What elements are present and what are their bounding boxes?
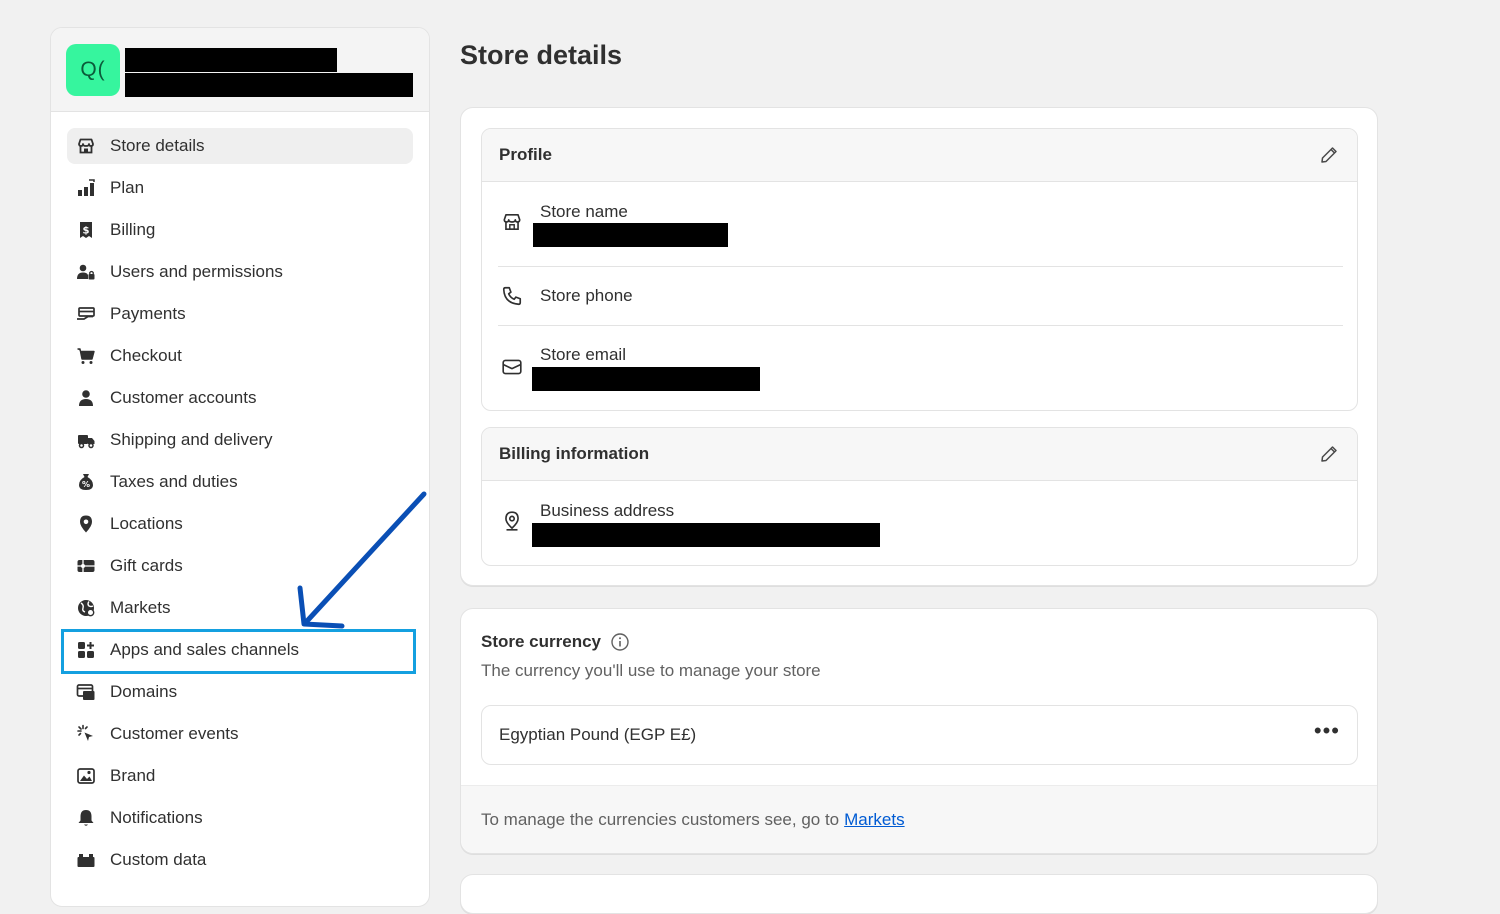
person-icon [76,388,96,408]
store-header[interactable]: Q( [51,28,429,112]
redacted-store-email-value [532,367,760,391]
business-address-label: Business address [540,501,675,520]
sidebar-item-customer-events[interactable]: Customer events [67,716,413,752]
profile-section: Profile Store name Store phone Store ema [481,128,1358,411]
sidebar-item-notifications[interactable]: Notifications [67,800,413,836]
store-currency-card: Store currency The currency you'll use t… [460,608,1378,854]
sidebar-item-label: Markets [110,598,171,617]
store-details-card: Profile Store name Store phone Store ema [460,107,1378,586]
sidebar-item-label: Shipping and delivery [110,430,273,449]
sidebar-item-brand[interactable]: Brand [67,758,413,794]
plan-icon [76,178,96,198]
sidebar-item-customer-accounts[interactable]: Customer accounts [67,380,413,416]
sidebar-item-label: Apps and sales channels [110,640,300,659]
billing-information-heading: Billing information [499,444,650,463]
sidebar-item-billing[interactable]: $ Billing [67,212,413,248]
redacted-store-name [125,48,337,72]
store-name-label: Store name [540,202,628,221]
sidebar-item-label: Gift cards [110,556,183,575]
users-icon [76,262,96,282]
sidebar-item-plan[interactable]: Plan [67,170,413,206]
currency-footer: To manage the currencies customers see, … [461,785,1377,853]
sidebar-item-markets[interactable]: Markets [67,590,413,626]
cursor-click-icon [76,724,96,744]
store-currency-title: Store currency [481,632,630,652]
gift-card-icon [76,556,96,576]
store-phone-row: Store phone [498,267,1343,325]
currency-footer-text: To manage the currencies customers see, … [481,809,840,829]
sidebar-item-locations[interactable]: Locations [67,506,413,542]
globe-icon [76,598,96,618]
profile-heading: Profile [499,145,552,164]
sidebar-item-apps-and-sales-channels[interactable]: Apps and sales channels [67,632,413,668]
billing-information-header: Billing information [482,428,1357,481]
location-pin-icon [501,510,523,532]
sidebar-item-label: Payments [110,304,186,323]
next-settings-card [460,874,1378,914]
pencil-icon[interactable] [1318,443,1340,465]
sidebar-item-users-and-permissions[interactable]: Users and permissions [67,254,413,290]
payments-icon [76,304,96,324]
sidebar-item-gift-cards[interactable]: Gift cards [67,548,413,584]
brand-icon [76,766,96,786]
redacted-store-domain [125,73,413,97]
page-title: Store details [460,40,623,70]
bell-icon [76,808,96,828]
location-pin-icon [76,514,96,534]
sidebar-item-store-details[interactable]: Store details [67,128,413,164]
store-currency-heading: Store currency [481,632,601,651]
store-currency-subtitle: The currency you'll use to manage your s… [481,661,821,680]
pencil-icon[interactable] [1318,144,1340,166]
sidebar-item-label: Customer events [110,724,239,743]
sidebar-item-domains[interactable]: Domains [67,674,413,710]
settings-sidebar: Q( Store details Plan $ Billing Users an… [50,27,430,907]
sidebar-item-label: Users and permissions [110,262,283,281]
apps-icon [76,640,96,660]
redacted-store-name-value [533,223,728,247]
sidebar-item-label: Billing [110,220,156,239]
sidebar-item-label: Custom data [110,850,207,869]
sidebar-item-label: Locations [110,514,183,533]
truck-icon [76,430,96,450]
store-icon [76,136,96,156]
currency-selector[interactable]: Egyptian Pound (EGP E£) ••• [481,705,1358,765]
envelope-icon [501,356,523,378]
more-actions-button[interactable]: ••• [1314,720,1340,750]
sidebar-item-custom-data[interactable]: Custom data [67,842,413,878]
svg-text:$: $ [83,226,90,237]
billing-information-section: Billing information Business address [481,427,1358,566]
info-icon[interactable] [610,632,630,652]
sidebar-item-checkout[interactable]: Checkout [67,338,413,374]
settings-nav: Store details Plan $ Billing Users and p… [51,112,429,878]
store-email-label: Store email [540,345,626,364]
phone-icon [501,285,523,307]
svg-text:%: % [82,480,90,489]
store-name-row: Store name [498,183,1343,267]
sidebar-item-label: Store details [110,136,205,155]
domains-icon [76,682,96,702]
cart-icon [76,346,96,366]
sidebar-item-label: Taxes and duties [110,472,238,491]
sidebar-item-payments[interactable]: Payments [67,296,413,332]
sidebar-item-label: Checkout [110,346,182,365]
sidebar-item-label: Notifications [110,808,203,827]
markets-link[interactable]: Markets [844,810,904,830]
sidebar-item-label: Customer accounts [110,388,257,407]
sidebar-item-shipping-and-delivery[interactable]: Shipping and delivery [67,422,413,458]
store-avatar: Q( [66,44,120,96]
store-phone-label: Store phone [540,286,633,305]
sidebar-item-taxes-and-duties[interactable]: % Taxes and duties [67,464,413,500]
business-address-row: Business address [498,482,1343,565]
redacted-business-address-value [532,523,880,547]
billing-icon: $ [76,220,96,240]
store-icon [501,211,523,233]
custom-data-icon [76,850,96,870]
tax-icon: % [76,472,96,492]
store-email-row: Store email [498,326,1343,410]
sidebar-item-label: Plan [110,178,145,197]
profile-header: Profile [482,129,1357,182]
currency-value: Egyptian Pound (EGP E£) [499,725,697,744]
sidebar-item-label: Brand [110,766,156,785]
sidebar-item-label: Domains [110,682,178,701]
